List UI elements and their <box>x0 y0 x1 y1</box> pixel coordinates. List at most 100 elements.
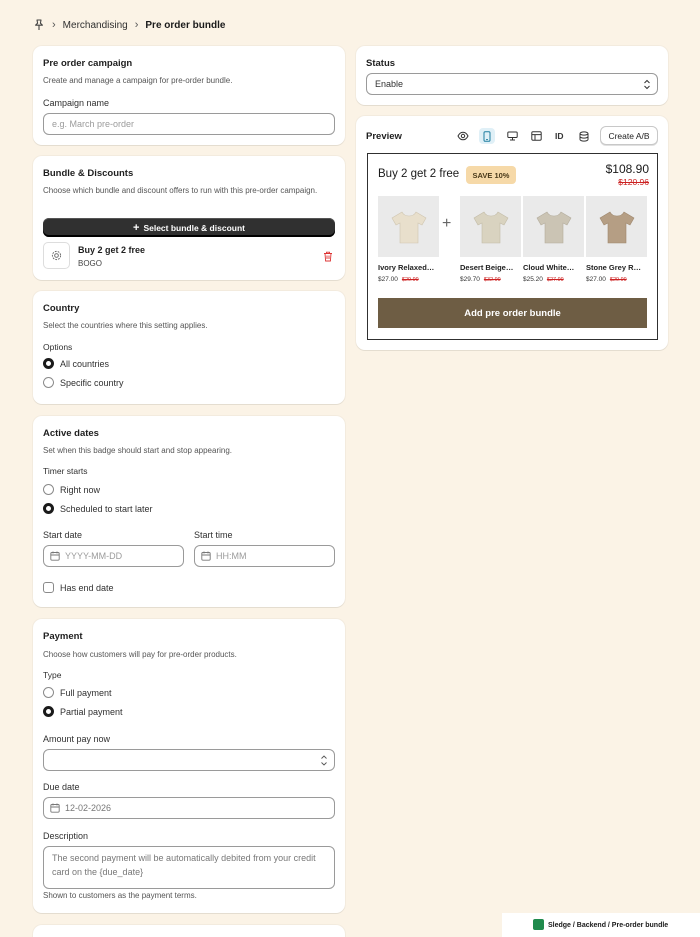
chevron-right-icon: › <box>52 18 56 31</box>
amount-label: Amount pay now <box>43 734 111 744</box>
tshirt-icon <box>599 211 634 243</box>
id-button[interactable]: ID <box>555 131 564 141</box>
product-card[interactable]: Desert Beige… $29.70 $32.99 <box>460 196 521 283</box>
select-bundle-label: Select bundle & discount <box>143 222 245 233</box>
start-date-input[interactable]: YYYY-MM-DD <box>43 545 184 567</box>
status-select[interactable]: Enable <box>366 73 658 95</box>
country-options-label: Options <box>43 342 73 352</box>
product-was-price: $27.99 <box>546 277 564 283</box>
preview-widget: Buy 2 get 2 free SAVE 10% $108.90 $120.9… <box>367 153 658 340</box>
mobile-view-icon[interactable] <box>479 128 495 144</box>
product-name: Ivory Relaxed… <box>378 263 435 272</box>
delete-trash-icon[interactable] <box>323 251 333 262</box>
plus-icon: + <box>442 215 452 232</box>
campaign-description: Create and manage a campaign for pre-ord… <box>43 76 233 85</box>
select-bundle-button[interactable]: + Select bundle & discount <box>43 218 335 237</box>
country-card: Country Select the countries where this … <box>33 291 345 404</box>
status-value: Enable <box>375 79 404 89</box>
bundle-item-subtitle: BOGO <box>78 259 103 268</box>
calendar-icon <box>50 803 60 813</box>
active-dates-title: Active dates <box>43 428 99 439</box>
product-was-price: $29.99 <box>401 277 419 283</box>
desktop-view-icon[interactable] <box>504 128 520 144</box>
payment-card: Payment Choose how customers will pay fo… <box>33 619 345 913</box>
radio-button[interactable] <box>43 358 54 369</box>
bundle-price-was: $120.96 <box>618 177 649 187</box>
due-date-label: Due date <box>43 782 80 792</box>
product-image <box>460 196 521 257</box>
start-time-input[interactable]: HH:MM <box>194 545 335 567</box>
has-end-date-checkbox-row[interactable]: Has end date <box>43 582 114 593</box>
breadcrumb-merchandising[interactable]: Merchandising <box>63 20 128 31</box>
chevron-right-icon: › <box>134 18 139 31</box>
active-dates-card: Active dates Set when this badge should … <box>33 416 345 607</box>
payment-description-label: Description <box>43 831 89 841</box>
campaign-card: Pre order campaign Create and manage a c… <box>33 46 345 145</box>
tshirt-icon <box>473 211 508 243</box>
status-title: Status <box>366 58 396 69</box>
radio-label: Scheduled to start later <box>60 503 153 514</box>
radio-button[interactable] <box>43 377 54 388</box>
stepper-arrows-icon[interactable] <box>320 754 328 767</box>
select-chevron-icon <box>644 79 650 90</box>
radio-full-payment[interactable]: Full payment <box>43 687 112 698</box>
product-image <box>586 196 647 257</box>
campaign-title: Pre order campaign <box>43 58 133 69</box>
radio-specific-country[interactable]: Specific country <box>43 377 124 388</box>
product-card[interactable]: Ivory Relaxed… $27.00 $29.99 <box>378 196 439 283</box>
breadcrumb: › Merchandising › Pre order bundle <box>33 17 225 33</box>
due-date-value: 12-02-2026 <box>65 803 112 813</box>
radio-label: Specific country <box>60 377 124 388</box>
product-name: Desert Beige… <box>460 263 514 272</box>
timer-starts-label: Timer starts <box>43 466 88 476</box>
product-card[interactable]: Stone Grey R… $27.00 $29.99 <box>586 196 647 283</box>
end-date-checkbox[interactable] <box>43 582 54 593</box>
product-image <box>523 196 584 257</box>
radio-label: All countries <box>60 358 110 369</box>
product-price: $27.00 <box>586 276 606 283</box>
product-price-row: $27.00 $29.99 <box>378 276 439 283</box>
payment-description-hint: Shown to customers as the payment terms. <box>43 891 197 900</box>
preview-title: Preview <box>366 131 402 142</box>
radio-button[interactable] <box>43 484 54 495</box>
radio-button[interactable] <box>43 706 54 717</box>
product-was-price: $29.99 <box>609 277 627 283</box>
tshirt-icon <box>536 211 571 243</box>
radio-scheduled[interactable]: Scheduled to start later <box>43 503 153 514</box>
radio-button[interactable] <box>43 503 54 514</box>
radio-all-countries[interactable]: All countries <box>43 358 109 369</box>
start-date-placeholder: YYYY-MM-DD <box>65 551 123 561</box>
database-icon[interactable] <box>576 128 592 144</box>
start-time-placeholder: HH:MM <box>216 551 247 561</box>
eye-icon[interactable] <box>455 128 471 144</box>
radio-label: Partial payment <box>60 706 123 717</box>
sledge-logo-icon <box>533 919 544 930</box>
campaign-name-input[interactable]: e.g. March pre-order <box>43 113 335 135</box>
radio-button[interactable] <box>43 687 54 698</box>
clock-icon <box>201 551 211 561</box>
radio-label: Full payment <box>60 687 112 698</box>
product-card[interactable]: Cloud White… $25.20 $27.99 <box>523 196 584 283</box>
product-name: Stone Grey R… <box>586 263 642 272</box>
start-date-label: Start date <box>43 530 83 540</box>
due-date-input[interactable]: 12-02-2026 <box>43 797 335 819</box>
product-name: Cloud White… <box>523 263 575 272</box>
radio-right-now[interactable]: Right now <box>43 484 100 495</box>
payment-title: Payment <box>43 631 83 642</box>
product-was-price: $32.99 <box>483 277 501 283</box>
preview-bundle-title: Buy 2 get 2 free <box>378 168 460 180</box>
calendar-icon <box>50 551 60 561</box>
country-title: Country <box>43 303 80 314</box>
bundle-item-icon-box <box>43 242 70 269</box>
bundle-price-now: $108.90 <box>605 162 649 176</box>
add-pre-order-bundle-button[interactable]: Add pre order bundle <box>378 298 647 328</box>
radio-partial-payment[interactable]: Partial payment <box>43 706 123 717</box>
bundle-description: Choose which bundle and discount offers … <box>43 186 318 195</box>
amount-pay-now-input[interactable] <box>43 749 335 771</box>
layout-icon[interactable] <box>528 128 544 144</box>
product-price: $25.20 <box>523 276 543 283</box>
create-ab-button[interactable]: Create A/B <box>600 126 658 145</box>
end-date-label: Has end date <box>60 582 114 593</box>
radio-label: Right now <box>60 484 101 495</box>
payment-description-textarea[interactable]: The second payment will be automatically… <box>43 846 335 889</box>
